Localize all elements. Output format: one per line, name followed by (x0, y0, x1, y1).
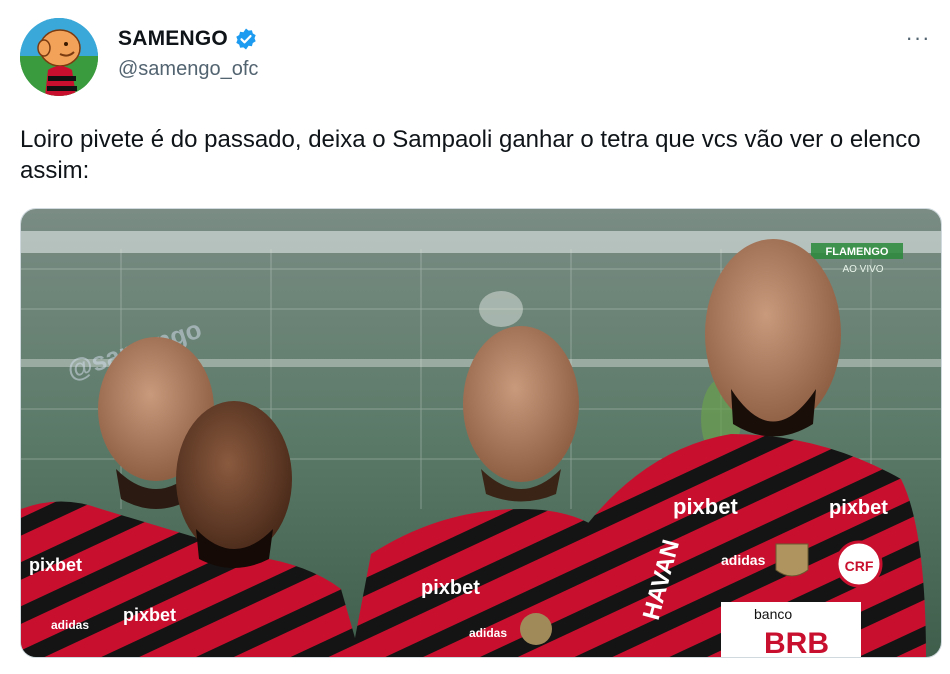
broadcast-live: AO VIVO (842, 264, 883, 275)
sponsor-text: pixbet (123, 605, 176, 625)
team-photo: FLAMENGO AO VIVO @samengo pixbet pixbet … (21, 209, 941, 658)
verified-badge-icon (234, 27, 258, 51)
tweet-media-image[interactable]: FLAMENGO AO VIVO @samengo pixbet pixbet … (20, 208, 942, 658)
sponsor-bottom-small: banco (754, 606, 792, 622)
kit-brand-text: adidas (51, 618, 89, 632)
club-crest: CRF (845, 558, 874, 574)
cartoon-avatar-icon (20, 18, 98, 96)
sponsor-bottom: BRB (764, 627, 829, 658)
sponsor-text: pixbet (421, 577, 480, 599)
kit-brand-text: adidas (469, 626, 507, 640)
author-handle[interactable]: @samengo_ofc (118, 58, 258, 81)
tweet-text: Loiro pivete é do passado, deixa o Sampa… (20, 126, 921, 184)
author-avatar[interactable] (20, 18, 98, 96)
author-display-name[interactable]: SAMENGO (118, 27, 228, 51)
sponsor-text: pixbet (829, 497, 888, 519)
broadcast-logo: FLAMENGO (826, 246, 889, 258)
author-info: SAMENGO @samengo_ofc (118, 24, 258, 81)
sponsor-text: pixbet (29, 555, 82, 575)
more-options-icon[interactable]: ··· (898, 25, 938, 50)
kit-brand-text: adidas (721, 552, 766, 568)
sponsor-text: pixbet (673, 494, 738, 519)
